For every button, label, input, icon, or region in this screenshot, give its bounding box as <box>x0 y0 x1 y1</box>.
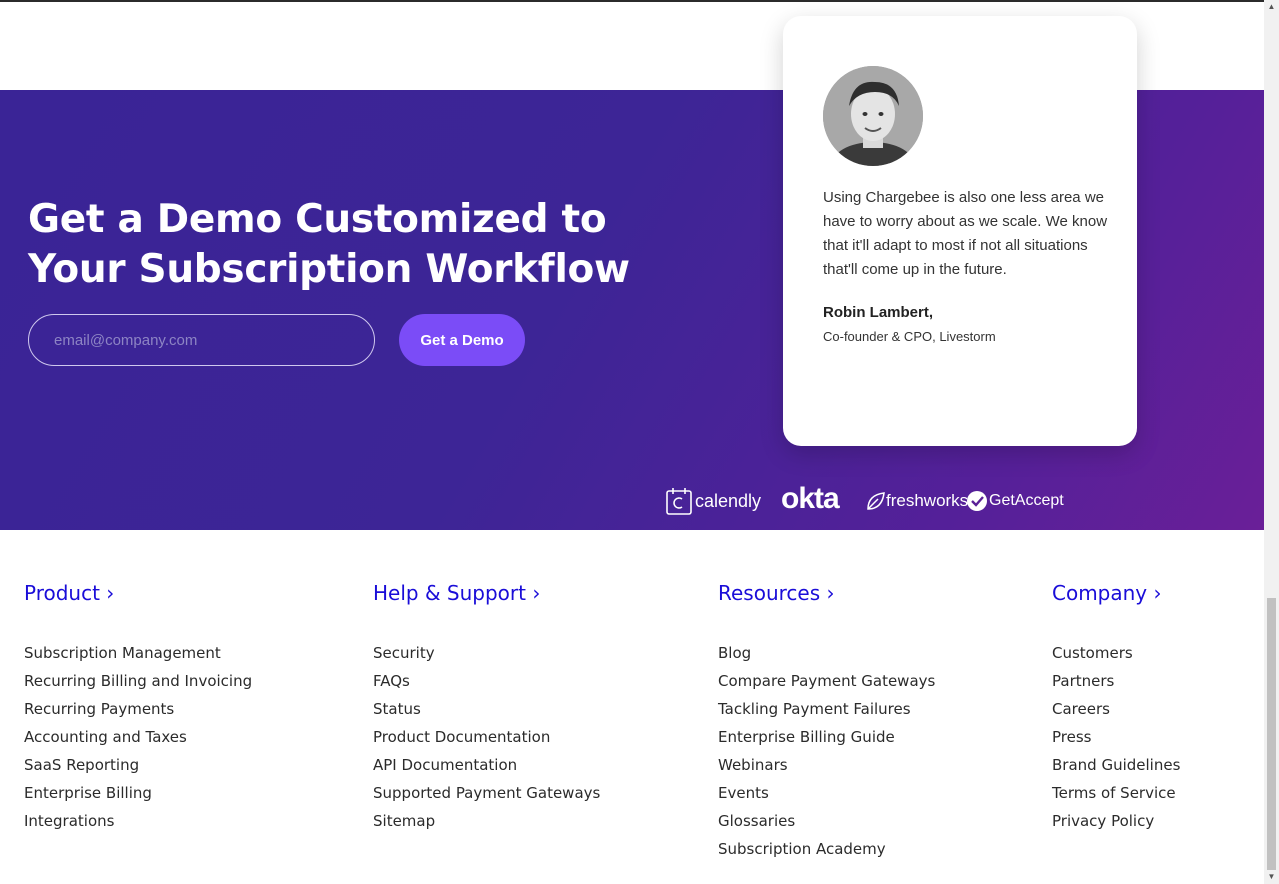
email-input[interactable] <box>28 314 375 366</box>
getaccept-wordmark: GetAccept <box>989 492 1064 509</box>
footer-link[interactable]: Brand Guidelines <box>1052 756 1180 774</box>
footer-link[interactable]: Product Documentation <box>373 728 550 746</box>
footer-link-item: FAQs <box>373 667 600 695</box>
testimonial-role: Co-founder & CPO, Livestorm <box>823 329 996 344</box>
testimonial-author: Robin Lambert, <box>823 304 934 321</box>
footer-link-item: Sitemap <box>373 807 600 835</box>
footer-link-item: Terms of Service <box>1052 779 1180 807</box>
testimonial-quote: Using Chargebee is also one less area we… <box>823 189 1108 278</box>
footer-link-item: Supported Payment Gateways <box>373 779 600 807</box>
footer-link-item: Brand Guidelines <box>1052 751 1180 779</box>
scrollbar-thumb[interactable] <box>1267 598 1276 870</box>
footer-link[interactable]: Enterprise Billing Guide <box>718 728 895 746</box>
footer-column-company: Company › Customers Partners Careers Press B… <box>1052 580 1180 835</box>
footer-link-item: Customers <box>1052 639 1180 667</box>
footer-link[interactable]: Sitemap <box>373 812 435 830</box>
footer-link-item: Compare Payment Gateways <box>718 667 935 695</box>
footer-column-help: Help & Support › Security FAQs Status Produ… <box>373 580 600 835</box>
footer-link[interactable]: Events <box>718 784 769 802</box>
footer-links-help: Security FAQs Status Product Documentation A… <box>373 639 600 835</box>
avatar <box>823 66 923 166</box>
freshworks-wordmark: freshworks <box>886 491 969 510</box>
footer-link[interactable]: Recurring Payments <box>24 700 174 718</box>
testimonial-card: Using Chargebee is also one less area we… <box>783 16 1137 446</box>
footer-links-product: Subscription Management Recurring Billing… <box>24 639 252 835</box>
okta-logo: okta <box>781 482 840 515</box>
footer-link[interactable]: Blog <box>718 644 751 662</box>
footer-link[interactable]: Glossaries <box>718 812 795 830</box>
footer-link-item: Careers <box>1052 695 1180 723</box>
footer-link-item: Enterprise Billing <box>24 779 252 807</box>
footer-link[interactable]: Integrations <box>24 812 114 830</box>
footer-link-item: API Documentation <box>373 751 600 779</box>
footer-link-item: Events <box>718 779 935 807</box>
scroll-up-arrow-icon[interactable]: ▲ <box>1264 0 1279 14</box>
hero-title-line-1: Get a Demo Customized to <box>28 197 607 242</box>
footer-link-item: Security <box>373 639 600 667</box>
footer-link[interactable]: Status <box>373 700 421 718</box>
footer-link[interactable]: Customers <box>1052 644 1133 662</box>
footer-link[interactable]: Privacy Policy <box>1052 812 1154 830</box>
calendly-wordmark: calendly <box>695 490 762 511</box>
footer-link-item: Integrations <box>24 807 252 835</box>
footer-link[interactable]: Tackling Payment Failures <box>718 700 911 718</box>
footer-link[interactable]: Security <box>373 644 435 662</box>
footer-link[interactable]: Accounting and Taxes <box>24 728 187 746</box>
footer-link-item: Subscription Academy <box>718 835 935 863</box>
footer-link-item: Product Documentation <box>373 723 600 751</box>
footer-heading-product[interactable]: Product › <box>24 580 252 606</box>
footer-link-item: Tackling Payment Failures <box>718 695 935 723</box>
footer-link-item: SaaS Reporting <box>24 751 252 779</box>
footer-column-product: Product › Subscription Management Recurri… <box>24 580 252 835</box>
get-demo-button[interactable]: Get a Demo <box>399 314 525 366</box>
calendar-icon <box>666 488 692 515</box>
footer-link-item: Partners <box>1052 667 1180 695</box>
calendly-logo: calendly <box>666 485 761 517</box>
footer-link[interactable]: Enterprise Billing <box>24 784 152 802</box>
footer-link-item: Blog <box>718 639 935 667</box>
footer-link[interactable]: Supported Payment Gateways <box>373 784 600 802</box>
footer-link[interactable]: Press <box>1052 728 1091 746</box>
footer-link-item: Status <box>373 695 600 723</box>
scrollbar[interactable]: ▲ ▼ <box>1264 0 1279 884</box>
footer-link-item: Glossaries <box>718 807 935 835</box>
scroll-down-arrow-icon[interactable]: ▼ <box>1264 870 1279 884</box>
footer-link-item: Webinars <box>718 751 935 779</box>
footer-heading-resources[interactable]: Resources › <box>718 580 935 606</box>
footer-link-item: Recurring Payments <box>24 695 252 723</box>
footer-link[interactable]: Subscription Management <box>24 644 221 662</box>
footer-link-item: Accounting and Taxes <box>24 723 252 751</box>
footer-heading-help[interactable]: Help & Support › <box>373 580 600 606</box>
footer-column-resources: Resources › Blog Compare Payment Gateways… <box>718 580 935 863</box>
footer-link[interactable]: Terms of Service <box>1052 784 1176 802</box>
footer-heading-company[interactable]: Company › <box>1052 580 1180 606</box>
footer-link[interactable]: Careers <box>1052 700 1110 718</box>
footer-link[interactable]: API Documentation <box>373 756 517 774</box>
getaccept-logo: GetAccept <box>966 485 1064 517</box>
footer-link[interactable]: Partners <box>1052 672 1114 690</box>
footer-link-item: Privacy Policy <box>1052 807 1180 835</box>
footer-link-item: Press <box>1052 723 1180 751</box>
footer-link[interactable]: SaaS Reporting <box>24 756 139 774</box>
footer-link-item: Enterprise Billing Guide <box>718 723 935 751</box>
check-badge-icon <box>967 491 987 511</box>
footer-link-item: Recurring Billing and Invoicing <box>24 667 252 695</box>
okta-wordmark: okta <box>781 482 840 515</box>
hero-title: Get a Demo Customized to Your Subscripti… <box>28 195 630 295</box>
freshworks-logo: freshworks <box>866 485 968 517</box>
footer-link[interactable]: FAQs <box>373 672 410 690</box>
footer-link[interactable]: Recurring Billing and Invoicing <box>24 672 252 690</box>
footer-links-resources: Blog Compare Payment Gateways Tackling Pay… <box>718 639 935 863</box>
leaf-icon <box>867 492 885 510</box>
top-border <box>0 0 1264 2</box>
footer-link-item: Subscription Management <box>24 639 252 667</box>
footer-link[interactable]: Subscription Academy <box>718 840 886 858</box>
footer-link[interactable]: Webinars <box>718 756 788 774</box>
footer-link[interactable]: Compare Payment Gateways <box>718 672 935 690</box>
hero-title-line-2: Your Subscription Workflow <box>28 247 630 292</box>
footer-links-company: Customers Partners Careers Press Brand Guide… <box>1052 639 1180 835</box>
